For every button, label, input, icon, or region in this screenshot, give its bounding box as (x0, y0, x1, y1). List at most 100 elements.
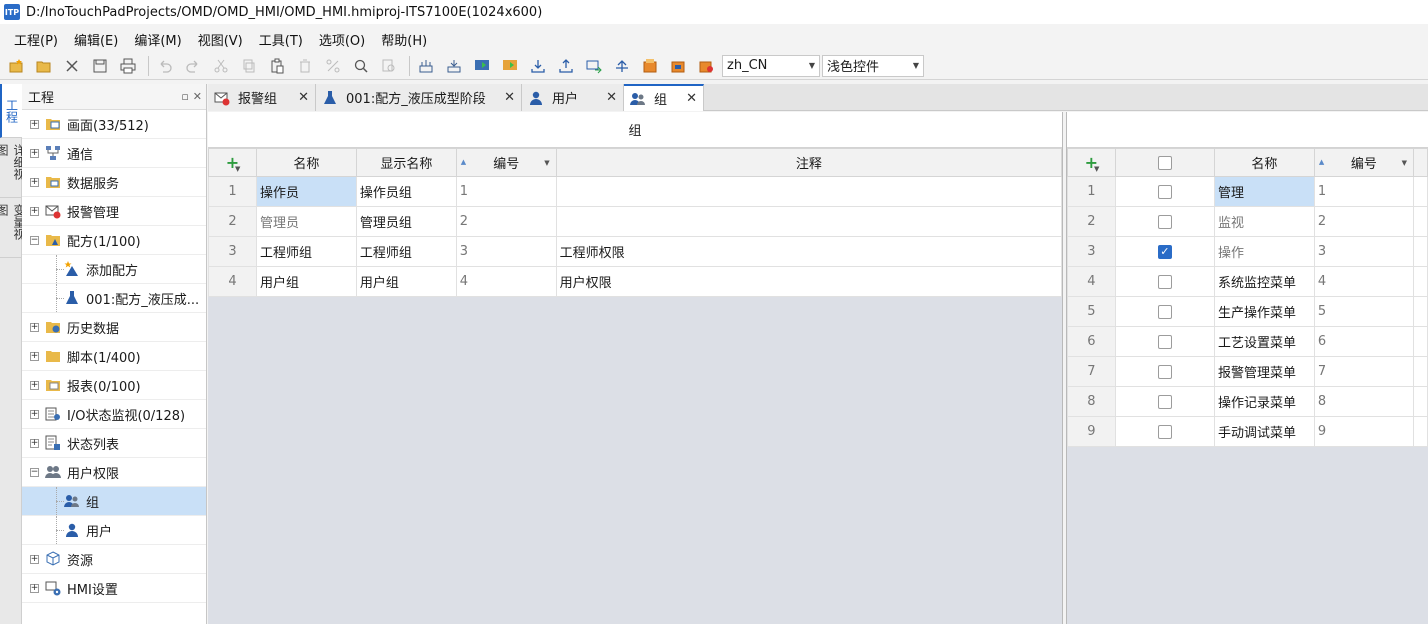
table-row[interactable]: 3 工程师组 工程师组 3 工程师权限 (208, 236, 1063, 267)
tree-item[interactable]: + 数据服务 (22, 168, 206, 197)
cell-perm-name[interactable]: 系统监控菜单 (1213, 266, 1315, 297)
cell-note[interactable]: 工程师权限 (555, 236, 1063, 267)
tree-item[interactable]: + 资源 (22, 545, 206, 574)
cell-note[interactable] (555, 176, 1063, 207)
paste-button[interactable] (265, 54, 289, 78)
select-all-checkbox[interactable] (1114, 148, 1215, 177)
tree-item[interactable]: + 历史数据 (22, 313, 206, 342)
cell-display-name[interactable]: 工程师组 (355, 236, 457, 267)
rebuild-button[interactable] (442, 54, 466, 78)
expand-icon[interactable]: + (30, 119, 39, 129)
permission-checkbox[interactable] (1114, 296, 1215, 327)
cell-perm-id[interactable]: 6 (1313, 326, 1415, 357)
close-panel-icon[interactable]: ✕ (193, 90, 202, 103)
cell-perm-name[interactable]: 报警管理菜单 (1213, 356, 1315, 387)
col-perm-name[interactable]: 名称 (1213, 148, 1315, 177)
close-icon[interactable]: ✕ (606, 90, 617, 105)
tree-item[interactable]: − 用户权限 (22, 458, 206, 487)
col-name[interactable]: 名称 (255, 148, 357, 177)
cell-note[interactable] (555, 206, 1063, 237)
tab-1[interactable]: 001:配方_液压成型阶段 ✕ (316, 84, 522, 111)
tab-0[interactable]: 报警组 ✕ (208, 84, 316, 111)
expand-icon[interactable]: + (30, 554, 39, 564)
tree-item[interactable]: 添加配方 (22, 255, 206, 284)
table-row[interactable]: 7 报警管理菜单 7 (1067, 356, 1428, 387)
menu-help[interactable]: 帮助(H) (373, 30, 435, 49)
cell-display-name[interactable]: 管理员组 (355, 206, 457, 237)
filter-dropdown-icon[interactable]: ▼ (544, 159, 549, 167)
table-row[interactable]: 4 用户组 用户组 4 用户权限 (208, 266, 1063, 297)
tree-item[interactable]: + 通信 (22, 139, 206, 168)
collapse-icon[interactable]: − (30, 467, 39, 477)
close-button[interactable] (60, 54, 84, 78)
print-button[interactable] (116, 54, 140, 78)
tree-item[interactable]: + 画面(33/512) (22, 110, 206, 139)
permission-checkbox[interactable] (1114, 326, 1215, 357)
table-row[interactable]: 2 监视 2 (1067, 206, 1428, 237)
add-permission-button[interactable]: + ▼ (1067, 148, 1116, 177)
update-button[interactable] (610, 54, 634, 78)
undo-button[interactable] (153, 54, 177, 78)
cell-perm-name[interactable]: 操作记录菜单 (1213, 386, 1315, 417)
tab-3[interactable]: 组 ✕ (624, 84, 704, 111)
download-button[interactable] (526, 54, 550, 78)
table-row[interactable]: 1 操作员 操作员组 1 (208, 176, 1063, 207)
language-select[interactable]: zh_CN ▼ (722, 54, 820, 77)
close-icon[interactable]: ✕ (298, 90, 309, 105)
copy-button[interactable] (237, 54, 261, 78)
table-row[interactable]: 5 生产操作菜单 5 (1067, 296, 1428, 327)
cell-perm-name[interactable]: 手动调试菜单 (1213, 416, 1315, 447)
permission-checkbox[interactable]: ✓ (1114, 236, 1215, 267)
menu-options[interactable]: 选项(O) (311, 30, 373, 49)
cell-perm-id[interactable]: 1 (1313, 176, 1415, 207)
tree-item[interactable]: + 报警管理 (22, 197, 206, 226)
tree-item[interactable]: 组 (22, 487, 206, 516)
cell-name[interactable]: 用户组 (255, 266, 357, 297)
expand-icon[interactable]: + (30, 380, 39, 390)
save-button[interactable] (88, 54, 112, 78)
cell-perm-id[interactable]: 9 (1313, 416, 1415, 447)
cell-perm-name[interactable]: 管理 (1213, 176, 1315, 207)
search-button[interactable] (349, 54, 373, 78)
simulate-online-button[interactable] (470, 54, 494, 78)
expand-icon[interactable]: + (30, 409, 39, 419)
close-icon[interactable]: ✕ (504, 90, 515, 105)
package-export-button[interactable] (694, 54, 718, 78)
menu-tools[interactable]: 工具(T) (251, 30, 311, 49)
cell-id[interactable]: 3 (455, 236, 557, 267)
table-row[interactable]: 6 工艺设置菜单 6 (1067, 326, 1428, 357)
table-row[interactable]: 2 管理员 管理员组 2 (208, 206, 1063, 237)
cell-perm-id[interactable]: 4 (1313, 266, 1415, 297)
cell-perm-name[interactable]: 工艺设置菜单 (1213, 326, 1315, 357)
permission-checkbox[interactable] (1114, 176, 1215, 207)
expand-icon[interactable]: + (30, 351, 39, 361)
vtab-detail-view[interactable]: 详细视图 (0, 138, 26, 198)
cell-display-name[interactable]: 操作员组 (355, 176, 457, 207)
menu-compile[interactable]: 编译(M) (126, 30, 189, 49)
tree-item[interactable]: + HMI设置 (22, 574, 206, 603)
col-id[interactable]: ▲ 编号 ▼ (455, 148, 557, 177)
col-note[interactable]: 注释 (555, 148, 1063, 177)
table-row[interactable]: 1 管理 1 (1067, 176, 1428, 207)
cut-button[interactable] (209, 54, 233, 78)
cell-perm-id[interactable]: 2 (1313, 206, 1415, 237)
expand-icon[interactable]: + (30, 148, 39, 158)
permission-checkbox[interactable] (1114, 416, 1215, 447)
cell-id[interactable]: 4 (455, 266, 557, 297)
permission-checkbox[interactable] (1114, 386, 1215, 417)
cell-perm-id[interactable]: 8 (1313, 386, 1415, 417)
add-group-button[interactable]: + ▼ (208, 148, 257, 177)
permission-checkbox[interactable] (1114, 206, 1215, 237)
tree-item[interactable]: + 状态列表 (22, 429, 206, 458)
vtab-project[interactable]: 工程 (0, 84, 22, 138)
upload-button[interactable] (554, 54, 578, 78)
menu-project[interactable]: 工程(P) (6, 30, 66, 49)
cell-perm-id[interactable]: 3 (1313, 236, 1415, 267)
tree-item[interactable]: 001:配方_液压成... (22, 284, 206, 313)
vtab-variable-view[interactable]: 变量视图 (0, 198, 26, 258)
package-import-button[interactable] (666, 54, 690, 78)
cell-note[interactable]: 用户权限 (555, 266, 1063, 297)
table-row[interactable]: 3 ✓ 操作 3 (1067, 236, 1428, 267)
tree-item[interactable]: + 报表(0/100) (22, 371, 206, 400)
menu-view[interactable]: 视图(V) (190, 30, 251, 49)
